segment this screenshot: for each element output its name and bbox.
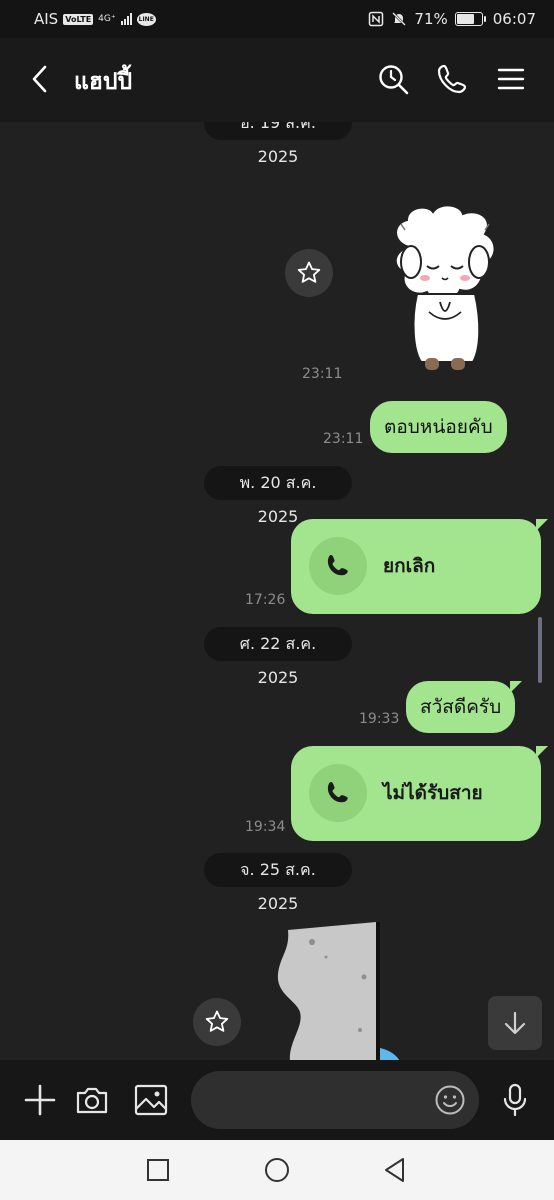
clock: 06:07 [492,10,536,28]
star-icon [297,261,321,283]
bubble-tail [510,681,523,693]
star-icon [205,1010,229,1032]
call-status-label: ยกเลิก [383,555,436,577]
call-bubble[interactable]: ยกเลิก [291,519,548,614]
message-input-bar [0,1060,554,1140]
partial-sticker[interactable] [276,922,406,1060]
date-separator: พ. 20 ส.ค. 2025 [204,466,352,526]
system-nav-bar [0,1140,554,1200]
phone-icon [309,537,367,595]
back-arrow-icon[interactable] [26,64,56,94]
arrow-down-icon [504,1011,526,1035]
menu-icon[interactable] [494,62,528,96]
phone-call-icon[interactable] [435,62,469,96]
phone-icon [309,764,367,822]
message-input[interactable] [191,1071,479,1129]
nfc-icon [369,11,384,27]
home-circle-icon[interactable] [263,1156,291,1184]
battery-icon [454,12,486,26]
chat-title: แฮปปี้ [74,69,133,95]
status-bar: AIS VoLTE 4G⁺ LINE 71% 06:07 [0,0,554,38]
camera-icon[interactable] [74,1082,110,1118]
search-history-icon[interactable] [376,62,410,96]
bubble-tail [536,746,548,758]
status-left: AIS VoLTE 4G⁺ LINE [34,10,156,28]
microphone-icon[interactable] [497,1082,533,1118]
message-text: สวัสดีครับ [420,696,502,718]
mute-bell-icon [392,12,407,26]
battery-percent: 71% [414,10,448,28]
date-separator: อ. 19 ส.ค. 2025 [204,122,352,166]
star-button[interactable] [193,998,241,1046]
message-text: ตอบหน่อยคับ [384,416,493,438]
carrier-label: AIS [34,10,59,28]
network-type: 4G⁺ [98,14,116,24]
status-right: 71% 06:07 [368,10,536,28]
call-status-label: ไม่ได้รับสาย [383,782,483,804]
signal-icon [120,13,132,25]
message-time: 17:26 [245,592,286,608]
message-bubble[interactable]: ตอบหน่อยคับ [370,401,507,453]
chat-header: แฮปปี้ [0,38,554,122]
date-separator: จ. 25 ส.ค. 2025 [204,853,352,913]
line-app-badge: LINE [136,12,156,26]
star-button[interactable] [285,249,333,297]
call-bubble[interactable]: ไม่ได้รับสาย [291,746,548,841]
image-icon[interactable] [133,1082,169,1118]
back-triangle-icon[interactable] [381,1156,409,1184]
message-time: 23:11 [323,431,364,447]
emoji-icon[interactable] [434,1084,466,1116]
message-time: 19:34 [245,819,286,835]
scroll-to-bottom-button[interactable] [488,996,542,1050]
message-time: 23:11 [302,366,343,382]
sheep-sticker[interactable] [385,202,505,374]
message-time: 19:33 [359,711,400,727]
recents-square-icon[interactable] [144,1156,172,1184]
bubble-tail [536,519,548,531]
scrollbar[interactable] [538,617,542,683]
date-separator: ศ. 22 ส.ค. 2025 [204,627,352,687]
message-bubble[interactable]: สวัสดีครับ [406,681,523,733]
plus-icon[interactable] [22,1082,58,1118]
volte-badge: VoLTE [63,13,94,25]
chat-area[interactable]: อ. 19 ส.ค. 2025 23:11 23:11 ตอบหน่อยคับ … [0,122,554,1060]
